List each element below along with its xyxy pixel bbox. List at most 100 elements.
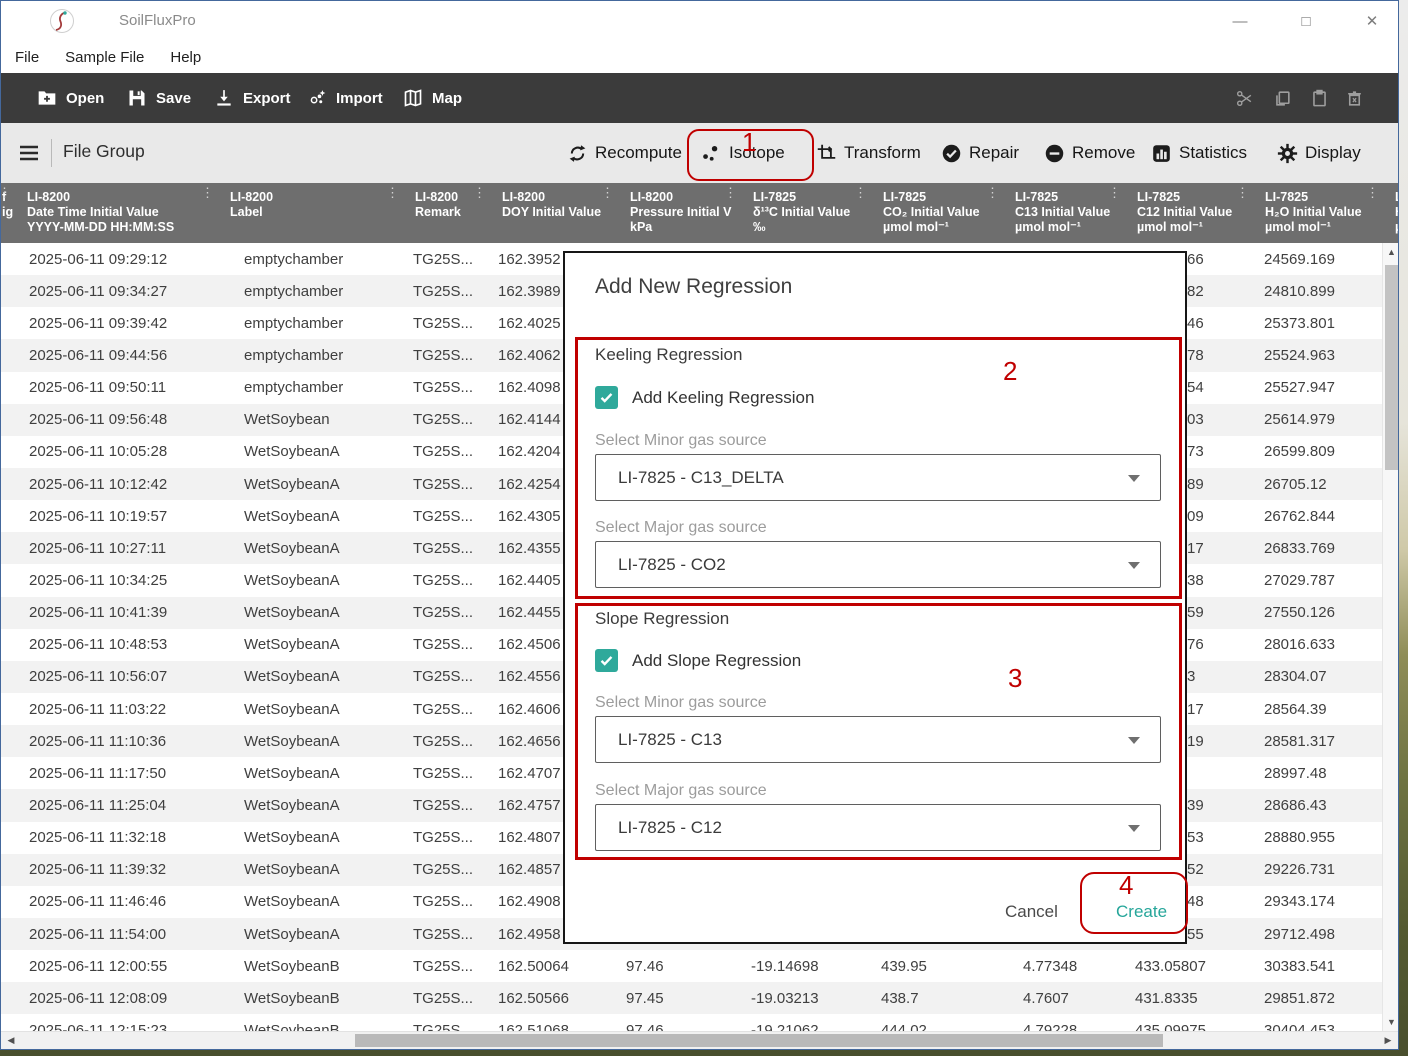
display-button[interactable]: Display xyxy=(1277,123,1361,183)
save-button[interactable]: Save xyxy=(127,73,191,123)
keeling-section-label: Keeling Regression xyxy=(595,345,742,365)
cell-label: WetSoybeanA xyxy=(216,604,401,621)
column-header-4[interactable]: ⋮LI-8200DOY Initial Value xyxy=(488,183,616,243)
cell-remark: TG25S... xyxy=(401,604,488,621)
slope-major-value: LI-7825 - C12 xyxy=(596,818,722,838)
chevron-down-icon xyxy=(1128,475,1140,482)
cell-label: WetSoybeanA xyxy=(216,926,401,943)
column-menu-icon[interactable]: ⋮ xyxy=(473,187,486,199)
menu-item-help[interactable]: Help xyxy=(170,49,201,66)
scroll-right-icon[interactable]: ▶ xyxy=(1380,1032,1396,1049)
column-header-11[interactable]: LIHµ xyxy=(1381,183,1399,243)
app-window: SoilFluxPro —□✕ FileSample FileHelp Open… xyxy=(0,0,1399,1050)
horizontal-scroll-thumb[interactable] xyxy=(355,1034,1163,1047)
cell-label: WetSoybeanA xyxy=(216,893,401,910)
open-button[interactable]: Open xyxy=(37,73,104,123)
paste-icon[interactable] xyxy=(1310,73,1329,123)
slope-checkbox-label: Add Slope Regression xyxy=(632,651,801,671)
column-header-7[interactable]: ⋮LI-7825CO₂ Initial Valueµmol mol⁻¹ xyxy=(869,183,1001,243)
isotope-icon xyxy=(701,143,722,164)
column-header-1[interactable]: ⋮LI-8200Date Time Initial ValueYYYY-MM-D… xyxy=(13,183,216,243)
scroll-down-icon[interactable]: ▼ xyxy=(1383,1014,1399,1030)
cell-remark: TG25S... xyxy=(401,733,488,750)
vertical-scrollbar[interactable]: ▲ ▼ xyxy=(1382,243,1399,1031)
slope-checkbox[interactable] xyxy=(595,649,618,672)
cell-remark: TG25S... xyxy=(401,508,488,525)
cut-icon[interactable] xyxy=(1235,73,1254,123)
cell-remark: TG25S... xyxy=(401,347,488,364)
isotope-button[interactable]: Isotope xyxy=(701,123,785,183)
cell-dt: 2025-06-11 12:00:55 xyxy=(13,958,216,975)
column-menu-icon[interactable]: ⋮ xyxy=(1366,187,1379,199)
column-header-5[interactable]: ⋮LI-8200Pressure Initial VkPa xyxy=(616,183,739,243)
delete-icon[interactable] xyxy=(1345,73,1364,123)
column-header-10[interactable]: ⋮LI-7825H₂O Initial Valueµmol mol⁻¹ xyxy=(1251,183,1381,243)
column-menu-icon[interactable]: ⋮ xyxy=(201,187,214,199)
remove-button[interactable]: Remove xyxy=(1044,123,1135,183)
column-header-9[interactable]: ⋮LI-7825C12 Initial Valueµmol mol⁻¹ xyxy=(1123,183,1251,243)
cell-c12: 435.09975 xyxy=(1123,1022,1251,1031)
cell-remark: TG25S... xyxy=(401,893,488,910)
cell-dt: 2025-06-11 12:15:23 xyxy=(13,1022,216,1031)
cell-remark: TG25S... xyxy=(401,861,488,878)
copy-icon[interactable] xyxy=(1273,73,1292,123)
slope-major-select[interactable]: LI-7825 - C12 xyxy=(595,804,1161,851)
column-menu-icon[interactable]: ⋮ xyxy=(1108,187,1121,199)
cell-remark: TG25S... xyxy=(401,958,488,975)
maximize-icon[interactable]: □ xyxy=(1292,7,1320,35)
horizontal-scrollbar[interactable]: ◀ ▶ xyxy=(1,1031,1399,1049)
cell-label: WetSoybeanB xyxy=(216,958,401,975)
hamburger-menu-icon[interactable] xyxy=(17,141,41,165)
column-menu-icon[interactable]: ⋮ xyxy=(724,187,737,199)
cell-dt: 2025-06-11 09:34:27 xyxy=(13,283,216,300)
export-button[interactable]: Export xyxy=(214,73,291,123)
create-button[interactable]: Create xyxy=(1116,902,1167,922)
menu-item-sample-file[interactable]: Sample File xyxy=(65,49,144,66)
keeling-checkbox-label: Add Keeling Regression xyxy=(632,388,814,408)
chevron-down-icon xyxy=(1128,562,1140,569)
cell-pres: 97.46 xyxy=(616,1022,739,1031)
cell-c12: 431.8335 xyxy=(1123,990,1251,1007)
slope-minor-select[interactable]: LI-7825 - C13 xyxy=(595,716,1161,763)
table-row[interactable]: 2025-06-11 12:15:23WetSoybeanBTG25S...16… xyxy=(1,1014,1382,1031)
scroll-up-icon[interactable]: ▲ xyxy=(1383,244,1399,260)
export-icon xyxy=(214,88,234,108)
column-menu-icon[interactable]: ⋮ xyxy=(1,187,11,199)
column-menu-icon[interactable]: ⋮ xyxy=(386,187,399,199)
cancel-button[interactable]: Cancel xyxy=(1005,902,1058,922)
column-header-3[interactable]: ⋮LI-8200Remark xyxy=(401,183,488,243)
column-menu-icon[interactable]: ⋮ xyxy=(601,187,614,199)
repair-icon xyxy=(941,143,962,164)
column-menu-icon[interactable]: ⋮ xyxy=(854,187,867,199)
save-icon xyxy=(127,88,147,108)
cell-d13c: -19.03213 xyxy=(739,990,869,1007)
keeling-major-select[interactable]: LI-7825 - CO2 xyxy=(595,541,1161,588)
map-button[interactable]: Map xyxy=(403,73,462,123)
column-header-2[interactable]: ⋮LI-8200Label xyxy=(216,183,401,243)
transform-button[interactable]: Transform xyxy=(816,123,921,183)
cell-label: emptychamber xyxy=(216,315,401,332)
column-menu-icon[interactable]: ⋮ xyxy=(1236,187,1249,199)
cell-remark: TG25S... xyxy=(401,572,488,589)
statistics-button[interactable]: Statistics xyxy=(1151,123,1247,183)
keeling-minor-select[interactable]: LI-7825 - C13_DELTA xyxy=(595,454,1161,501)
table-row[interactable]: 2025-06-11 12:00:55WetSoybeanBTG25S...16… xyxy=(1,950,1382,982)
cell-c13: 4.77348 xyxy=(1001,958,1123,975)
vertical-scroll-thumb[interactable] xyxy=(1385,265,1398,470)
column-header-8[interactable]: ⋮LI-7825C13 Initial Valueµmol mol⁻¹ xyxy=(1001,183,1123,243)
column-header-0[interactable]: ⋮fig xyxy=(1,183,13,243)
recompute-button[interactable]: Recompute xyxy=(567,123,682,183)
scroll-left-icon[interactable]: ◀ xyxy=(3,1032,19,1049)
cell-h2o: 28686.43 xyxy=(1251,797,1381,814)
column-header-6[interactable]: ⋮LI-7825δ¹³C Initial Value‰ xyxy=(739,183,869,243)
menu-item-file[interactable]: File xyxy=(15,49,39,66)
import-button[interactable]: Import xyxy=(307,73,383,123)
repair-button[interactable]: Repair xyxy=(941,123,1019,183)
file-group-label: File Group xyxy=(63,141,145,162)
close-icon[interactable]: ✕ xyxy=(1358,7,1386,35)
column-menu-icon[interactable]: ⋮ xyxy=(986,187,999,199)
keeling-checkbox[interactable] xyxy=(595,386,618,409)
cell-label: WetSoybeanA xyxy=(216,765,401,782)
minimize-icon[interactable]: — xyxy=(1226,7,1254,35)
table-row[interactable]: 2025-06-11 12:08:09WetSoybeanBTG25S...16… xyxy=(1,982,1382,1014)
